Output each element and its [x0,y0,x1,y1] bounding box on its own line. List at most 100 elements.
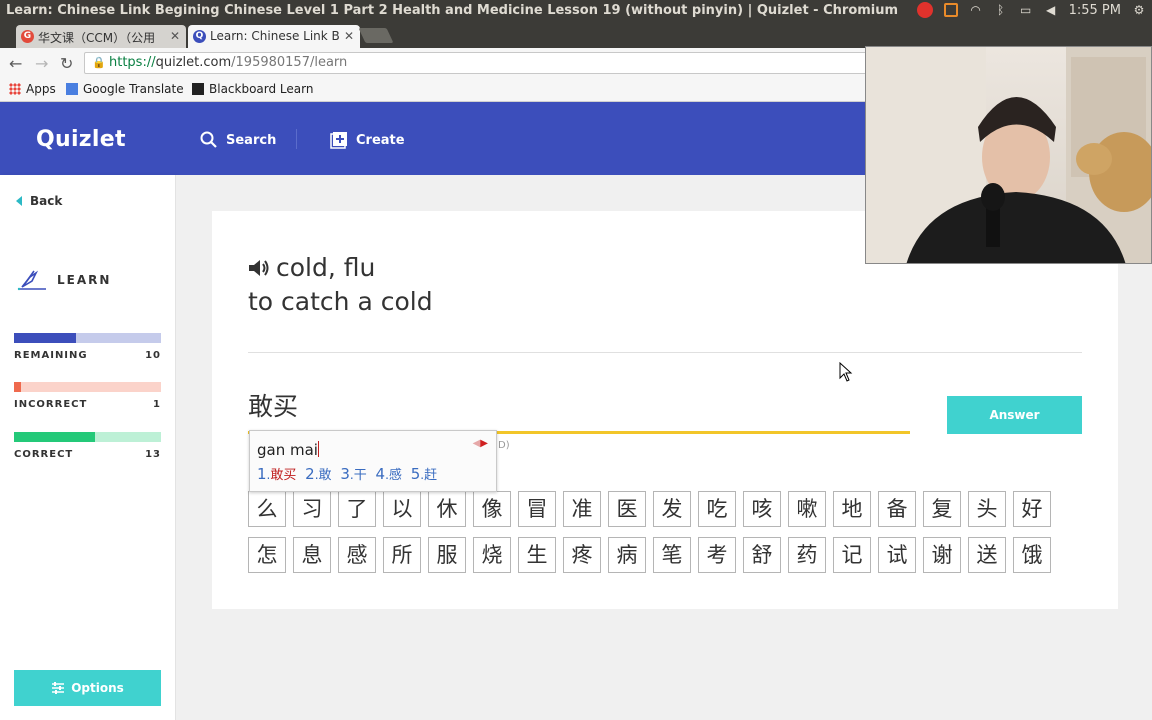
record-icon[interactable] [916,2,933,18]
character-key[interactable]: 地 [833,491,871,527]
character-key[interactable]: 头 [968,491,1006,527]
prompt-line-1: cold, flu [276,253,376,282]
options-button[interactable]: Options [14,670,161,706]
character-row-2: 怎息感所服烧生疼病笔考舒药记试谢送饿 [248,537,1058,573]
progress-remaining: REMAINING 10 [14,333,161,361]
blackboard-icon [192,83,204,95]
header-divider [296,129,297,149]
ime-candidate[interactable]: 5.赶 [411,465,441,483]
sliders-icon [52,682,65,694]
progress-fill [14,333,76,343]
address-bar[interactable]: 🔒 https://quizlet.com/195980157/learn [84,52,884,74]
character-key[interactable]: 复 [923,491,961,527]
character-key[interactable]: 好 [1013,491,1051,527]
gear-icon[interactable]: ⚙ [1132,3,1146,17]
volume-icon[interactable]: ◀ [1044,3,1058,17]
answer-button[interactable]: Answer [947,396,1082,434]
create-link[interactable]: Create [330,131,405,149]
character-key[interactable]: 嗽 [788,491,826,527]
character-key[interactable]: 备 [878,491,916,527]
character-key[interactable]: 冒 [518,491,556,527]
back-arrow-icon[interactable]: ← [9,54,22,73]
system-tray: ◠ ᛒ ▭ ◀ 1:55 PM ⚙ [916,2,1146,18]
character-key[interactable]: 所 [383,537,421,573]
arrow-right-icon[interactable]: ▶ [480,438,488,449]
ime-candidate[interactable]: 4.感 [376,465,406,483]
close-icon[interactable]: ✕ [170,29,180,43]
divider [248,352,1082,353]
character-key[interactable]: 试 [878,537,916,573]
character-key[interactable]: 休 [428,491,466,527]
bookmark-google-translate[interactable]: Google Translate [66,82,184,96]
progress-fill [14,382,22,392]
clock[interactable]: 1:55 PM [1069,3,1121,18]
character-key[interactable]: 么 [248,491,286,527]
chevron-left-icon [16,196,22,206]
create-icon [330,132,347,149]
quizlet-logo[interactable]: Quizlet [36,127,126,152]
ime-candidate[interactable]: 2.敢 [305,465,335,483]
progress-bar [14,382,161,392]
character-key[interactable]: 息 [293,537,331,573]
character-key[interactable]: 生 [518,537,556,573]
google-favicon-icon: G [21,30,34,43]
search-link[interactable]: Search [200,131,276,149]
url-scheme: https:// [109,55,156,70]
character-key[interactable]: 像 [473,491,511,527]
bluetooth-icon[interactable]: ᛒ [994,3,1008,17]
tab-strip: G 华文课（CCM）（公用 ✕ Q Learn: Chinese Link B … [0,22,1152,48]
prompt: cold, flu to catch a cold [248,251,433,319]
window-title: Learn: Chinese Link Begining Chinese Lev… [6,3,899,18]
ime-candidates: 1.敢买 2.敢 3.干 4.感 5.赶 [257,464,441,483]
ime-candidate[interactable]: 1.敢买 [257,465,300,483]
character-key[interactable]: 了 [338,491,376,527]
tab-label: Learn: Chinese Link B [210,29,340,43]
url-host: quizlet.com [155,55,232,70]
ime-page-arrows[interactable]: ◀▶ [473,438,488,449]
character-key[interactable]: 病 [608,537,646,573]
character-key[interactable]: 以 [383,491,421,527]
character-key[interactable]: 饿 [1013,537,1051,573]
character-key[interactable]: 疼 [563,537,601,573]
bookmark-blackboard[interactable]: Blackboard Learn [192,82,313,96]
url-path: /195980157/learn [231,55,348,70]
character-key[interactable]: 记 [833,537,871,573]
character-key[interactable]: 药 [788,537,826,573]
quizlet-favicon-icon: Q [193,30,206,43]
battery-icon[interactable]: ▭ [1019,3,1033,17]
character-key[interactable]: 习 [293,491,331,527]
character-key[interactable]: 服 [428,537,466,573]
tab-quizlet[interactable]: Q Learn: Chinese Link B ✕ [188,25,360,48]
close-icon[interactable]: ✕ [344,29,354,43]
keyboard-indicator-icon[interactable] [943,3,958,17]
forward-arrow-icon[interactable]: → [35,54,48,73]
bookmark-apps[interactable]: Apps [9,82,56,96]
character-key[interactable]: 考 [698,537,736,573]
character-key[interactable]: 送 [968,537,1006,573]
reload-icon[interactable]: ↻ [60,54,73,73]
progress-bar [14,432,161,442]
back-button[interactable]: Back [16,194,62,208]
sidebar: Back LEARN REMAINING 10 INCORRECT 1 CORREC… [0,175,176,720]
character-key[interactable]: 谢 [923,537,961,573]
prompt-line-2: to catch a cold [248,287,433,316]
mode-label: LEARN [57,273,112,287]
character-key[interactable]: 舒 [743,537,781,573]
wifi-icon[interactable]: ◠ [969,3,983,17]
character-key[interactable]: 咳 [743,491,781,527]
apps-grid-icon [9,83,21,95]
character-key[interactable]: 医 [608,491,646,527]
ime-candidate[interactable]: 3.干 [340,465,370,483]
character-key[interactable]: 烧 [473,537,511,573]
character-key[interactable]: 发 [653,491,691,527]
character-key[interactable]: 笔 [653,537,691,573]
character-key[interactable]: 吃 [698,491,736,527]
tab-huawen[interactable]: G 华文课（CCM）（公用 ✕ [16,25,186,48]
answer-input[interactable]: 敢买 [248,387,298,423]
speaker-icon[interactable] [248,258,270,278]
webcam-video-image [866,47,1151,263]
character-key[interactable]: 怎 [248,537,286,573]
character-key[interactable]: 准 [563,491,601,527]
character-key[interactable]: 感 [338,537,376,573]
hint-text: D) [498,440,510,451]
